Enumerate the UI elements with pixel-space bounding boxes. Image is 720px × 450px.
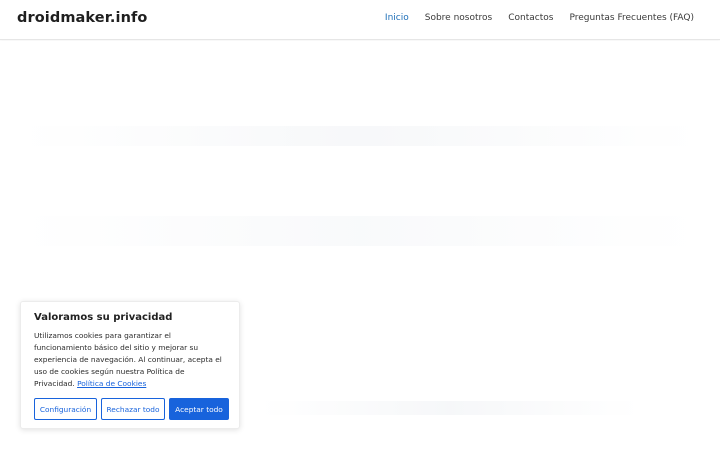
hero-faint-heading xyxy=(20,126,700,146)
nav-item-contactos[interactable]: Contactos xyxy=(508,13,553,23)
nav-item-sobre-nosotros[interactable]: Sobre nosotros xyxy=(425,13,492,23)
hero-faint-subheading xyxy=(20,216,700,246)
nav-item-faq[interactable]: Preguntas Frecuentes (FAQ) xyxy=(569,13,694,23)
main-nav: Inicio Sobre nosotros Contactos Pregunta… xyxy=(385,13,694,23)
cookie-policy-link[interactable]: Política de Cookies xyxy=(77,379,146,388)
nav-item-inicio[interactable]: Inicio xyxy=(385,13,409,23)
cookie-banner-buttons: Configuración Rechazar todo Aceptar todo xyxy=(34,398,229,420)
cookie-consent-banner: Valoramos su privacidad Utilizamos cooki… xyxy=(20,301,240,429)
reject-all-button[interactable]: Rechazar todo xyxy=(101,398,165,420)
cookie-settings-button[interactable]: Configuración xyxy=(34,398,97,420)
hero-faint-text xyxy=(260,401,640,415)
cookie-banner-title: Valoramos su privacidad xyxy=(34,312,173,323)
cookie-banner-text: Utilizamos cookies para garantizar el fu… xyxy=(34,330,226,390)
accept-all-button[interactable]: Aceptar todo xyxy=(169,398,229,420)
site-header: droidmaker.info Inicio Sobre nosotros Co… xyxy=(0,0,720,40)
site-title-link[interactable]: droidmaker.info xyxy=(17,10,147,26)
